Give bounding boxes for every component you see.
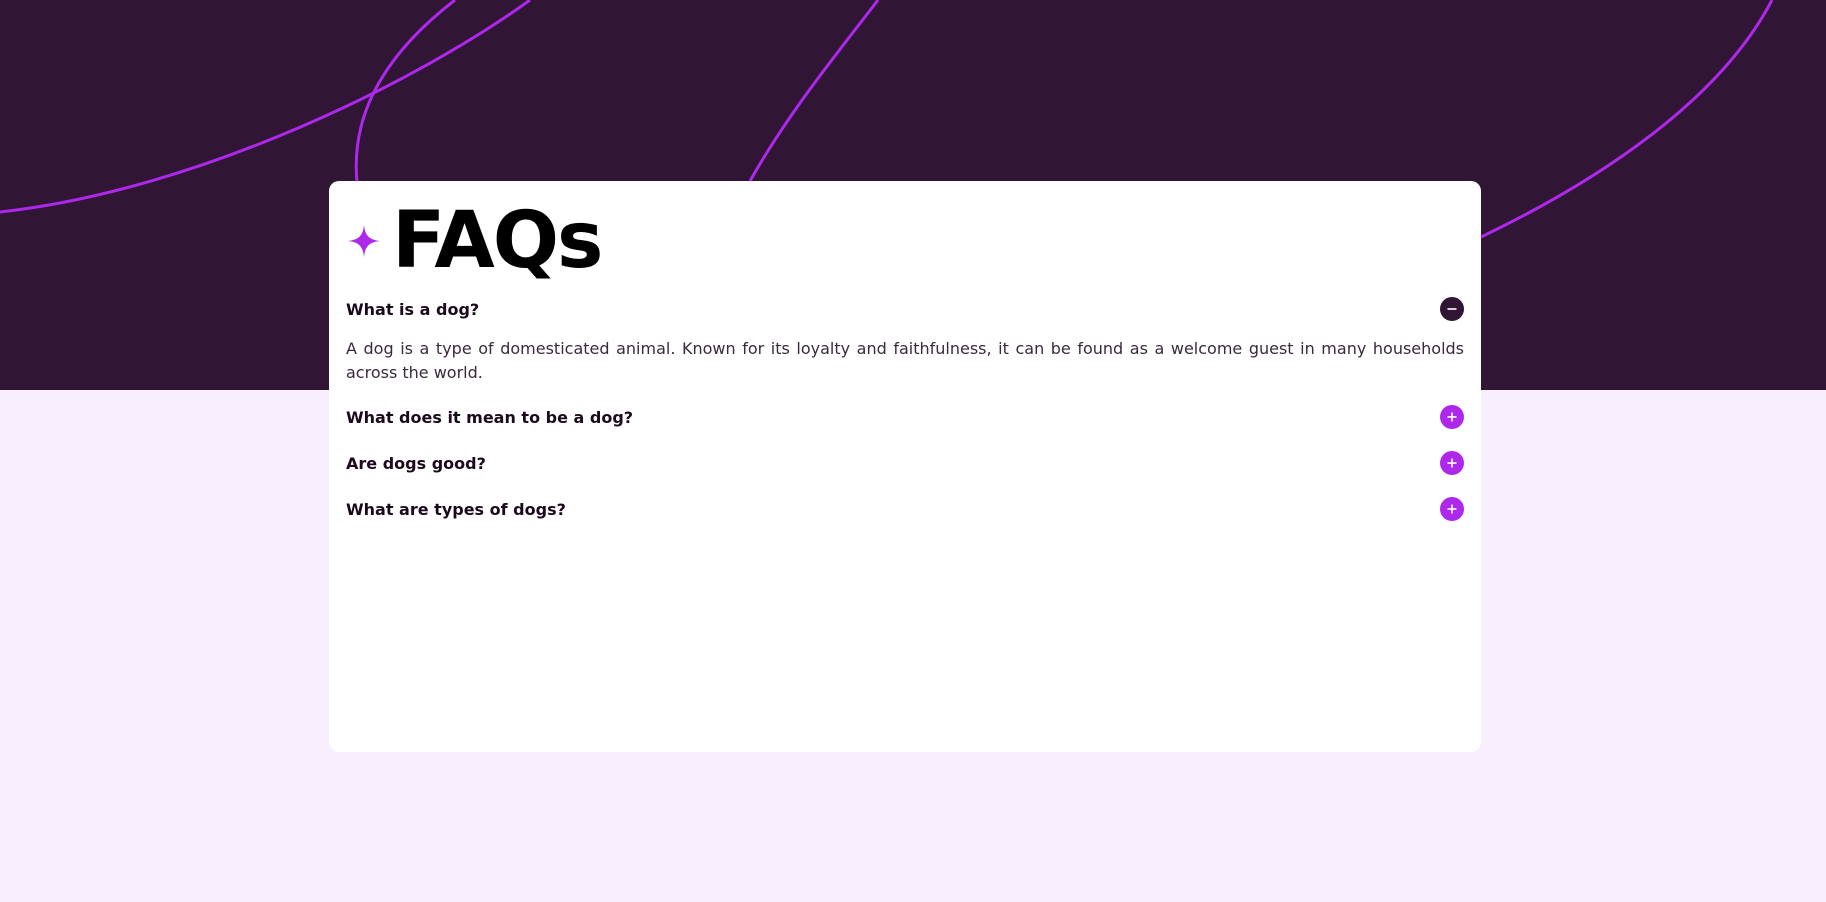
- faq-question-toggle[interactable]: What does it mean to be a dog?: [346, 403, 1464, 431]
- plus-icon[interactable]: [1440, 497, 1464, 521]
- page-title: FAQs: [392, 196, 603, 286]
- faq-question-text: What are types of dogs?: [346, 499, 566, 519]
- faq-question-text: What is a dog?: [346, 299, 480, 319]
- faq-question-toggle[interactable]: What is a dog?: [346, 295, 1464, 323]
- faq-item: What are types of dogs?: [346, 495, 1464, 523]
- faq-question-toggle[interactable]: Are dogs good?: [346, 449, 1464, 477]
- plus-icon[interactable]: [1440, 451, 1464, 475]
- faq-item: What is a dog? A dog is a type of domest…: [346, 295, 1464, 385]
- faq-question-toggle[interactable]: What are types of dogs?: [346, 495, 1464, 523]
- title-row: FAQs: [346, 196, 1464, 286]
- faq-answer: A dog is a type of domesticated animal. …: [346, 339, 1464, 382]
- faq-item: What does it mean to be a dog?: [346, 403, 1464, 431]
- minus-icon[interactable]: [1440, 297, 1464, 321]
- star-icon: [346, 223, 382, 259]
- faq-question-text: What does it mean to be a dog?: [346, 407, 634, 427]
- faq-question-text: Are dogs good?: [346, 453, 486, 473]
- plus-icon[interactable]: [1440, 405, 1464, 429]
- faq-item: Are dogs good?: [346, 449, 1464, 477]
- faq-card: FAQs What is a dog? A dog is a type of d…: [329, 181, 1481, 752]
